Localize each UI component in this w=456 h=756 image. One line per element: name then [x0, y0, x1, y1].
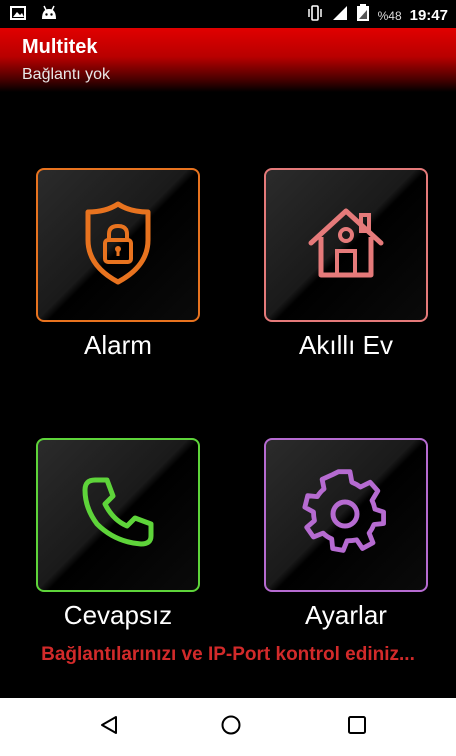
- app-title: Multitek: [22, 36, 98, 58]
- smart-home-label: Akıllı Ev: [299, 330, 393, 360]
- signal-icon: [332, 5, 348, 26]
- image-icon: [10, 5, 26, 26]
- screen: %48 19:47 Multitek Bağlantı yok Alarm Ak…: [0, 0, 456, 756]
- phone-icon: [73, 468, 163, 563]
- clock: 19:47: [409, 7, 448, 24]
- recent-apps-button[interactable]: [342, 712, 372, 742]
- alarm-tile[interactable]: Alarm: [36, 168, 200, 361]
- home-icon: [220, 714, 242, 741]
- settings-button[interactable]: [264, 438, 428, 592]
- shield-lock-icon: [78, 198, 158, 293]
- missed-calls-button[interactable]: [36, 438, 200, 592]
- battery-icon: [356, 4, 370, 27]
- status-bar: %48 19:47: [0, 0, 456, 28]
- gear-icon: [301, 468, 391, 563]
- alarm-button[interactable]: [36, 168, 200, 322]
- battery-percentage: %48: [377, 8, 402, 23]
- back-icon: [98, 714, 120, 741]
- android-icon: [40, 5, 58, 26]
- settings-label: Ayarlar: [305, 600, 387, 630]
- vibrate-icon: [306, 5, 324, 26]
- smart-home-button[interactable]: [264, 168, 428, 322]
- navigation-bar: [0, 698, 456, 756]
- missed-calls-tile[interactable]: Cevapsız: [36, 438, 200, 631]
- recent-apps-icon: [346, 714, 368, 741]
- connection-warning: Bağlantılarınızı ve IP-Port kontrol edin…: [41, 644, 415, 665]
- home-button[interactable]: [216, 712, 246, 742]
- app-bar: Multitek Bağlantı yok: [0, 28, 456, 92]
- missed-calls-label: Cevapsız: [63, 600, 173, 630]
- alarm-label: Alarm: [84, 330, 152, 360]
- status-left: [10, 5, 58, 26]
- settings-tile[interactable]: Ayarlar: [264, 438, 428, 631]
- house-icon: [301, 203, 391, 288]
- smart-home-tile[interactable]: Akıllı Ev: [264, 168, 428, 361]
- connection-status: Bağlantı yok: [22, 66, 111, 83]
- status-right: %48 19:47: [306, 4, 448, 27]
- back-button[interactable]: [94, 712, 124, 742]
